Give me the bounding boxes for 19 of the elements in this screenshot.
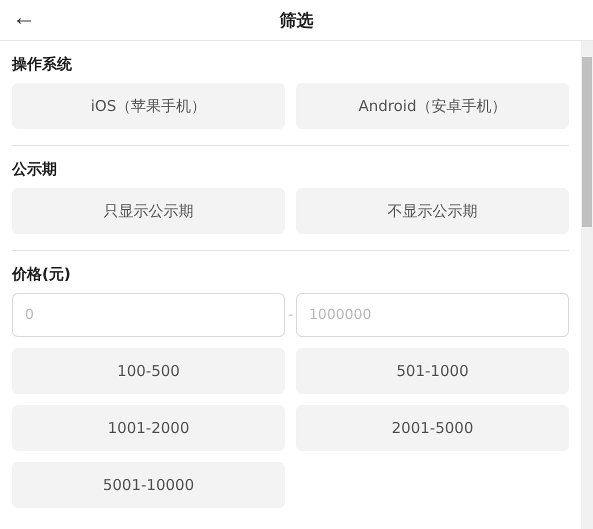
- section-title: 价格(元): [12, 265, 72, 284]
- section-title: 公示期: [12, 160, 58, 179]
- page-title: 筛选: [280, 10, 314, 32]
- filter-option[interactable]: 不显示公示期: [296, 188, 569, 234]
- scrollbar[interactable]: [581, 41, 593, 529]
- max-price-field[interactable]: 1000000: [296, 293, 569, 337]
- filter-option[interactable]: 5001-10000: [12, 462, 285, 508]
- filter-option[interactable]: iOS（苹果手机）: [12, 83, 285, 129]
- min-price-field[interactable]: 0: [12, 293, 285, 337]
- range-separator: -: [286, 307, 294, 323]
- scrollbar-thumb[interactable]: [582, 57, 592, 227]
- filter-option[interactable]: 501-1000: [296, 348, 569, 394]
- section-title: 操作系统: [12, 55, 73, 74]
- filter-option[interactable]: 100-500: [12, 348, 285, 394]
- filter-option[interactable]: 只显示公示期: [12, 188, 285, 234]
- filter-option[interactable]: Android（安卓手机）: [296, 83, 569, 129]
- back-button[interactable]: ←: [8, 4, 40, 32]
- filter-option[interactable]: 1001-2000: [12, 405, 285, 451]
- filter-option[interactable]: 2001-5000: [296, 405, 569, 451]
